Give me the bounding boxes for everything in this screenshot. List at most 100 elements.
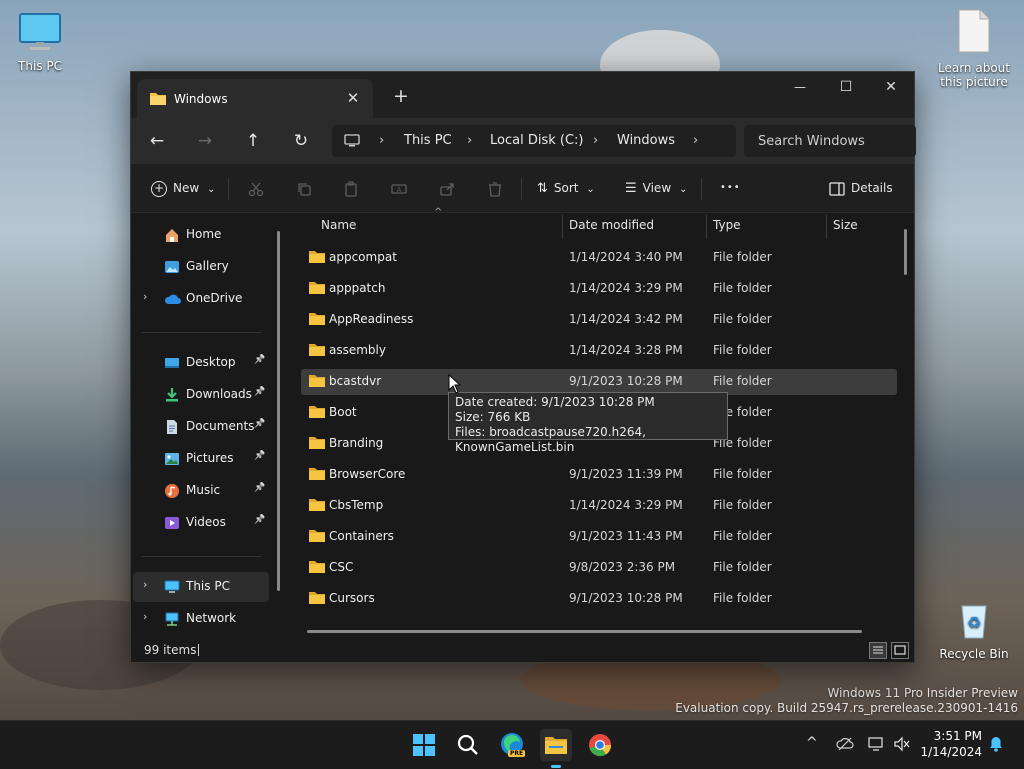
cut-button[interactable] [248, 176, 264, 200]
back-button[interactable]: ← [143, 129, 171, 153]
pin-icon[interactable]: 📌 [254, 515, 265, 525]
desktop-icon-this-pc[interactable]: This PC [4, 12, 76, 73]
horizontal-scrollbar[interactable] [307, 630, 862, 633]
table-row[interactable]: AppReadiness 1/14/2024 3:42 PM File fold… [301, 307, 897, 333]
search-button[interactable] [452, 729, 484, 761]
table-row[interactable]: BrowserCore 9/1/2023 11:39 PM File folde… [301, 462, 897, 488]
tab-close-icon[interactable]: ✕ [343, 88, 363, 108]
chevron-right-icon[interactable]: › [143, 578, 147, 591]
file-type: File folder [713, 250, 772, 264]
breadcrumb-chevron-icon[interactable]: › [467, 125, 472, 157]
file-name: CbsTemp [329, 498, 384, 512]
music-icon [164, 483, 180, 499]
sidebar-item-onedrive[interactable]: › OneDrive [133, 284, 269, 314]
show-hidden-icons-button[interactable]: ^ [806, 735, 818, 751]
desktop-icon-learn[interactable]: Learn about this picture [938, 8, 1010, 89]
column-header-name[interactable]: Name [321, 218, 356, 232]
sidebar-item-music[interactable]: Music 📌 [133, 476, 269, 506]
breadcrumb-this-pc[interactable]: This PC [404, 125, 452, 157]
sidebar-item-label: Desktop [186, 355, 236, 369]
pin-icon[interactable]: 📌 [254, 387, 265, 397]
details-button[interactable]: Details [829, 176, 893, 200]
sidebar-item-videos[interactable]: Videos 📌 [133, 508, 269, 538]
maximize-button[interactable]: ☐ [823, 72, 869, 102]
forward-button[interactable]: → [191, 129, 219, 153]
close-button[interactable]: ✕ [868, 72, 914, 102]
rename-button[interactable]: A [391, 176, 407, 200]
sidebar-item-gallery[interactable]: Gallery [133, 252, 269, 282]
breadcrumb-chevron-icon[interactable]: › [693, 125, 698, 157]
pin-icon[interactable]: 📌 [254, 419, 265, 429]
search-input[interactable] [744, 125, 916, 157]
divider [198, 644, 199, 656]
windows-logo-icon [413, 734, 435, 756]
table-row[interactable]: apppatch 1/14/2024 3:29 PM File folder [301, 276, 897, 302]
sidebar-item-pictures[interactable]: Pictures 📌 [133, 444, 269, 474]
sidebar-item-documents[interactable]: Documents 📌 [133, 412, 269, 442]
breadcrumb-local-disk[interactable]: Local Disk (C:) [490, 125, 583, 157]
pin-icon[interactable]: 📌 [254, 451, 265, 461]
sidebar-item-network[interactable]: › Network [133, 604, 269, 634]
minimize-button[interactable]: — [777, 72, 823, 102]
chevron-right-icon[interactable]: › [143, 610, 147, 623]
tab-windows[interactable]: Windows ✕ [137, 79, 373, 118]
sidebar-item-home[interactable]: Home [133, 220, 269, 250]
pin-icon[interactable]: 📌 [254, 483, 265, 493]
desktop-folder-icon [164, 355, 180, 371]
more-options-button[interactable]: ••• [720, 176, 741, 200]
table-row[interactable]: appcompat 1/14/2024 3:40 PM File folder [301, 245, 897, 271]
network-tray-icon[interactable] [868, 736, 886, 756]
share-button[interactable] [439, 176, 455, 200]
file-explorer-button[interactable] [540, 729, 572, 768]
table-row[interactable]: Containers 9/1/2023 11:43 PM File folder [301, 524, 897, 550]
column-divider[interactable] [826, 215, 827, 239]
refresh-button[interactable]: ↻ [287, 129, 315, 153]
address-bar[interactable]: › This PC › Local Disk (C:) › Windows › [332, 125, 736, 157]
column-header-date[interactable]: Date modified [569, 218, 654, 232]
tiles-view-button[interactable] [891, 642, 909, 659]
paste-button[interactable] [343, 176, 359, 200]
new-button[interactable]: + New ⌄ [151, 176, 215, 200]
breadcrumb-chevron-icon[interactable]: › [593, 125, 598, 157]
column-header-type[interactable]: Type [713, 218, 741, 232]
sidebar-item-label: Videos [186, 515, 226, 529]
sidebar-item-downloads[interactable]: Downloads 📌 [133, 380, 269, 410]
edge-browser-button[interactable]: PRE [496, 729, 528, 761]
table-row[interactable]: Cursors 9/1/2023 10:28 PM File folder [301, 586, 897, 612]
file-tooltip: Date created: 9/1/2023 10:28 PM Size: 76… [448, 392, 728, 454]
column-divider[interactable] [706, 215, 707, 239]
clock[interactable]: 3:51 PM 1/14/2024 [918, 728, 982, 760]
column-header-size[interactable]: Size [833, 218, 858, 232]
view-button[interactable]: ☰ View ⌄ [625, 176, 687, 200]
copy-button[interactable] [296, 176, 312, 200]
breadcrumb-windows[interactable]: Windows [617, 125, 675, 157]
scissors-icon [248, 182, 264, 196]
tiles-view-icon [894, 645, 906, 655]
vertical-scrollbar[interactable] [904, 229, 907, 275]
delete-button[interactable] [487, 176, 503, 200]
onedrive-tray-icon[interactable] [836, 736, 854, 756]
sort-button[interactable]: ⇅ Sort ⌄ [537, 176, 595, 200]
table-row[interactable]: CbsTemp 1/14/2024 3:29 PM File folder [301, 493, 897, 519]
clipboard-icon [345, 180, 357, 197]
title-bar[interactable]: Windows ✕ + — ☐ ✕ [131, 72, 914, 118]
sidebar-item-desktop[interactable]: Desktop 📌 [133, 348, 269, 378]
desktop-icon-recycle-bin[interactable]: ♻ Recycle Bin [938, 600, 1010, 661]
column-divider[interactable] [562, 215, 563, 239]
pin-icon[interactable]: 📌 [254, 355, 265, 365]
chrome-button[interactable] [584, 729, 616, 761]
table-row[interactable]: CSC 9/8/2023 2:36 PM File folder [301, 555, 897, 581]
details-view-button[interactable] [869, 642, 887, 659]
new-tab-button[interactable]: + [389, 84, 413, 108]
sidebar-item-this-pc[interactable]: › This PC [133, 572, 269, 602]
up-button[interactable]: ↑ [239, 129, 267, 153]
breadcrumb-chevron-icon[interactable]: › [379, 125, 384, 157]
notification-bell-icon[interactable] [988, 735, 1004, 757]
chevron-right-icon[interactable]: › [143, 290, 147, 303]
volume-muted-icon[interactable] [893, 736, 911, 756]
divider [141, 556, 261, 557]
table-row[interactable]: assembly 1/14/2024 3:28 PM File folder [301, 338, 897, 364]
mouse-pointer-icon [448, 373, 462, 397]
start-button[interactable] [408, 729, 440, 761]
sidebar-scrollbar[interactable] [277, 231, 280, 591]
